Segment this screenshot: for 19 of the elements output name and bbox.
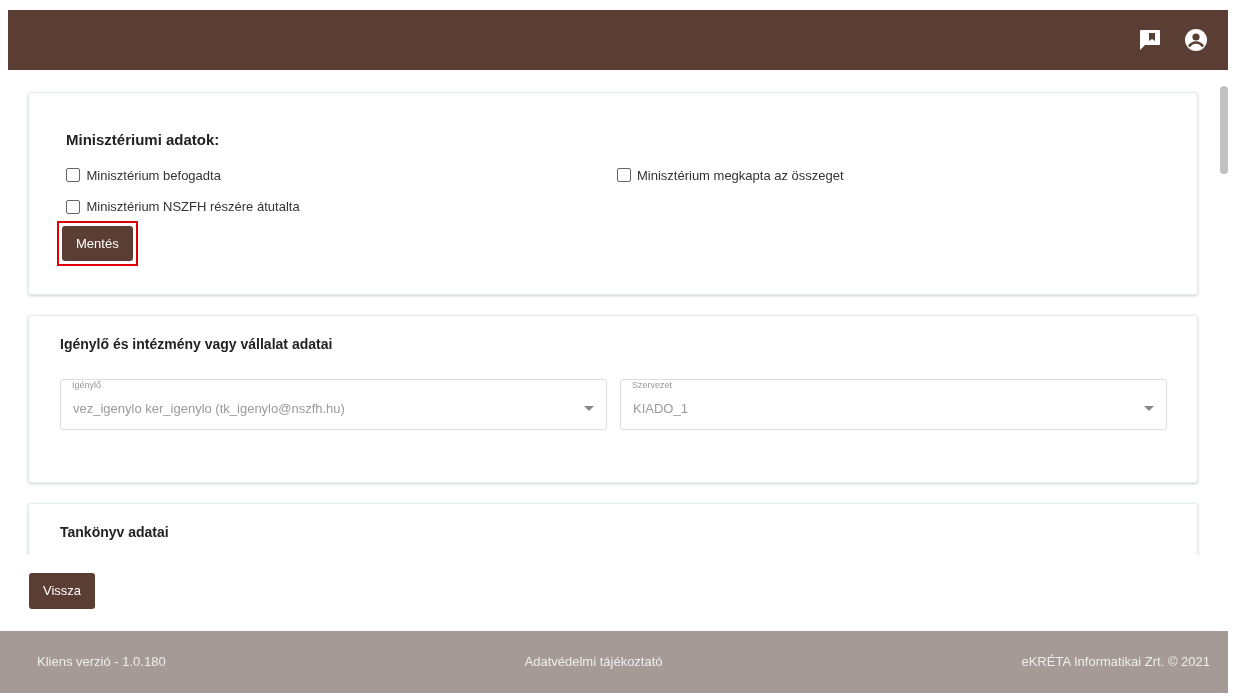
caret-icon xyxy=(1144,405,1154,412)
account-icon[interactable] xyxy=(1184,28,1208,52)
checkbox[interactable] xyxy=(616,168,631,183)
scrollbar-thumb[interactable] xyxy=(1220,86,1228,174)
checkbox-label: Minisztérium befogadta xyxy=(86,166,221,185)
save-button[interactable]: Mentés xyxy=(62,225,133,261)
feedback-icon[interactable] xyxy=(1138,28,1162,52)
checkbox[interactable] xyxy=(66,168,80,183)
checkbox-label: Minisztérium NSZFH részére átutalta xyxy=(86,198,300,216)
checkbox-label: Minisztérium megkapta az összeget xyxy=(637,166,844,185)
section-title: Igénylő és intézmény vagy vállalat adatai xyxy=(60,335,334,354)
privacy-link[interactable]: Adatvédelmi tájékoztató xyxy=(524,651,663,672)
copyright-text: eKRÉTA Informatikai Zrt. © 2021 xyxy=(1021,652,1210,671)
section-title: Tankönyv adatai xyxy=(60,523,170,542)
back-button[interactable]: Vissza xyxy=(29,573,96,609)
checkbox[interactable] xyxy=(66,199,80,214)
version-text: Kliens verzió - 1.0.180 xyxy=(37,652,166,671)
section-title: Minisztériumi adatok: xyxy=(66,130,221,150)
caret-icon xyxy=(584,405,594,412)
